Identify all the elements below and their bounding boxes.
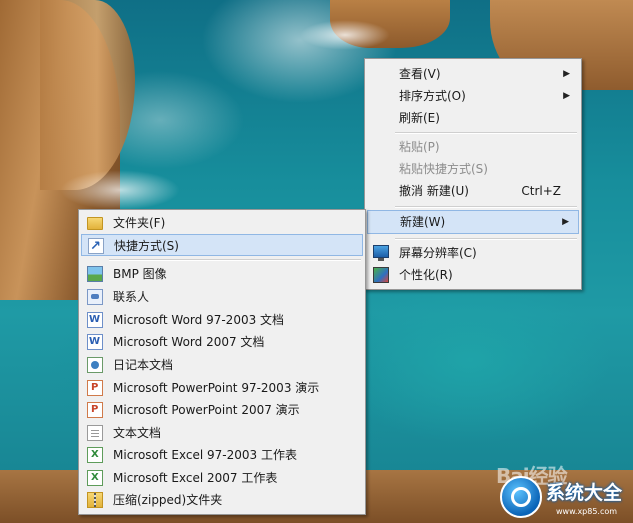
shortcut-icon <box>88 236 104 258</box>
screen-resolution-icon <box>373 245 389 261</box>
menu-item-label: 粘贴(P) <box>399 140 440 154</box>
menu-separator <box>395 238 577 240</box>
menu-item-label: 个性化(R) <box>399 268 453 282</box>
shortcut-key: Ctrl+Z <box>521 184 561 198</box>
menu-item-label: 排序方式(O) <box>399 89 466 103</box>
powerpoint-icon <box>87 402 103 418</box>
contact-icon <box>87 289 103 305</box>
menu-item-label: Microsoft PowerPoint 2007 演示 <box>113 403 300 417</box>
menu-item-personalize[interactable]: 个性化(R) <box>367 264 579 286</box>
menu-item-label: Microsoft Word 2007 文档 <box>113 335 265 349</box>
new-item-excel-2007[interactable]: Microsoft Excel 2007 工作表 <box>81 467 363 489</box>
menu-item-label: Microsoft PowerPoint 97-2003 演示 <box>113 381 320 395</box>
menu-item-undo-new[interactable]: 撤消 新建(U) Ctrl+Z <box>367 180 579 202</box>
cliff-left-highlight <box>40 0 135 190</box>
menu-item-label: 屏幕分辨率(C) <box>399 246 477 260</box>
sea-foam <box>60 170 180 210</box>
menu-item-label: 文件夹(F) <box>113 216 166 230</box>
journal-document-icon <box>87 357 103 373</box>
menu-item-label: 联系人 <box>113 290 150 304</box>
menu-item-label: BMP 图像 <box>113 267 167 281</box>
menu-item-label: 新建(W) <box>400 215 446 229</box>
menu-item-label: 快捷方式(S) <box>114 239 179 253</box>
menu-item-label: Microsoft Excel 97-2003 工作表 <box>113 448 297 462</box>
excel-icon <box>87 470 103 486</box>
menu-item-paste-shortcut[interactable]: 粘贴快捷方式(S) <box>367 158 579 180</box>
new-item-shortcut[interactable]: 快捷方式(S) <box>81 234 363 258</box>
new-item-text-document[interactable]: 文本文档 <box>81 422 363 444</box>
submenu-arrow-icon: ▶ <box>563 69 570 79</box>
menu-item-label: 日记本文档 <box>113 358 174 372</box>
word-document-icon <box>87 334 103 350</box>
menu-separator <box>395 206 577 208</box>
submenu-arrow-icon: ▶ <box>562 217 569 227</box>
text-document-icon <box>87 425 103 441</box>
new-item-journal[interactable]: 日记本文档 <box>81 354 363 376</box>
menu-item-label: 文本文档 <box>113 426 162 440</box>
powerpoint-icon <box>87 380 103 396</box>
word-document-icon <box>87 312 103 328</box>
menu-item-label: 撤消 新建(U) <box>399 184 469 198</box>
menu-separator <box>395 132 577 134</box>
bitmap-image-icon <box>87 266 103 282</box>
new-submenu: 文件夹(F) 快捷方式(S) BMP 图像 联系人 Microsoft Word… <box>78 209 366 515</box>
new-item-contact[interactable]: 联系人 <box>81 286 363 308</box>
menu-item-label: 压缩(zipped)文件夹 <box>113 493 223 507</box>
menu-item-refresh[interactable]: 刷新(E) <box>367 107 579 129</box>
new-item-word-2007[interactable]: Microsoft Word 2007 文档 <box>81 331 363 353</box>
site-watermark-logo: 系统大全 www.xp85.com <box>500 474 633 523</box>
menu-item-label: Microsoft Word 97-2003 文档 <box>113 313 285 327</box>
new-item-bmp-image[interactable]: BMP 图像 <box>81 263 363 285</box>
new-item-word-97-2003[interactable]: Microsoft Word 97-2003 文档 <box>81 309 363 331</box>
site-logo-icon <box>500 476 542 518</box>
new-item-excel-97-2003[interactable]: Microsoft Excel 97-2003 工作表 <box>81 444 363 466</box>
excel-icon <box>87 447 103 463</box>
menu-item-paste[interactable]: 粘贴(P) <box>367 136 579 158</box>
personalize-icon <box>373 267 389 283</box>
menu-item-new[interactable]: 新建(W) ▶ <box>367 210 579 234</box>
site-url: www.xp85.com <box>556 507 618 516</box>
folder-icon <box>87 217 103 230</box>
submenu-arrow-icon: ▶ <box>563 91 570 101</box>
new-item-folder[interactable]: 文件夹(F) <box>81 212 363 234</box>
sea-foam <box>300 20 390 50</box>
zip-folder-icon <box>87 492 103 508</box>
menu-item-screen-resolution[interactable]: 屏幕分辨率(C) <box>367 242 579 264</box>
site-name: 系统大全 <box>546 482 623 504</box>
menu-item-label: 查看(V) <box>399 67 441 81</box>
new-item-powerpoint-97-2003[interactable]: Microsoft PowerPoint 97-2003 演示 <box>81 377 363 399</box>
menu-item-label: 刷新(E) <box>399 111 440 125</box>
menu-item-label: Microsoft Excel 2007 工作表 <box>113 471 278 485</box>
menu-item-sort-by[interactable]: 排序方式(O) ▶ <box>367 85 579 107</box>
new-item-powerpoint-2007[interactable]: Microsoft PowerPoint 2007 演示 <box>81 399 363 421</box>
new-item-zip-folder[interactable]: 压缩(zipped)文件夹 <box>81 489 363 511</box>
menu-separator <box>109 259 361 261</box>
menu-item-view[interactable]: 查看(V) ▶ <box>367 63 579 85</box>
menu-item-label: 粘贴快捷方式(S) <box>399 162 488 176</box>
desktop-context-menu: 查看(V) ▶ 排序方式(O) ▶ 刷新(E) 粘贴(P) 粘贴快捷方式(S) … <box>364 58 582 290</box>
